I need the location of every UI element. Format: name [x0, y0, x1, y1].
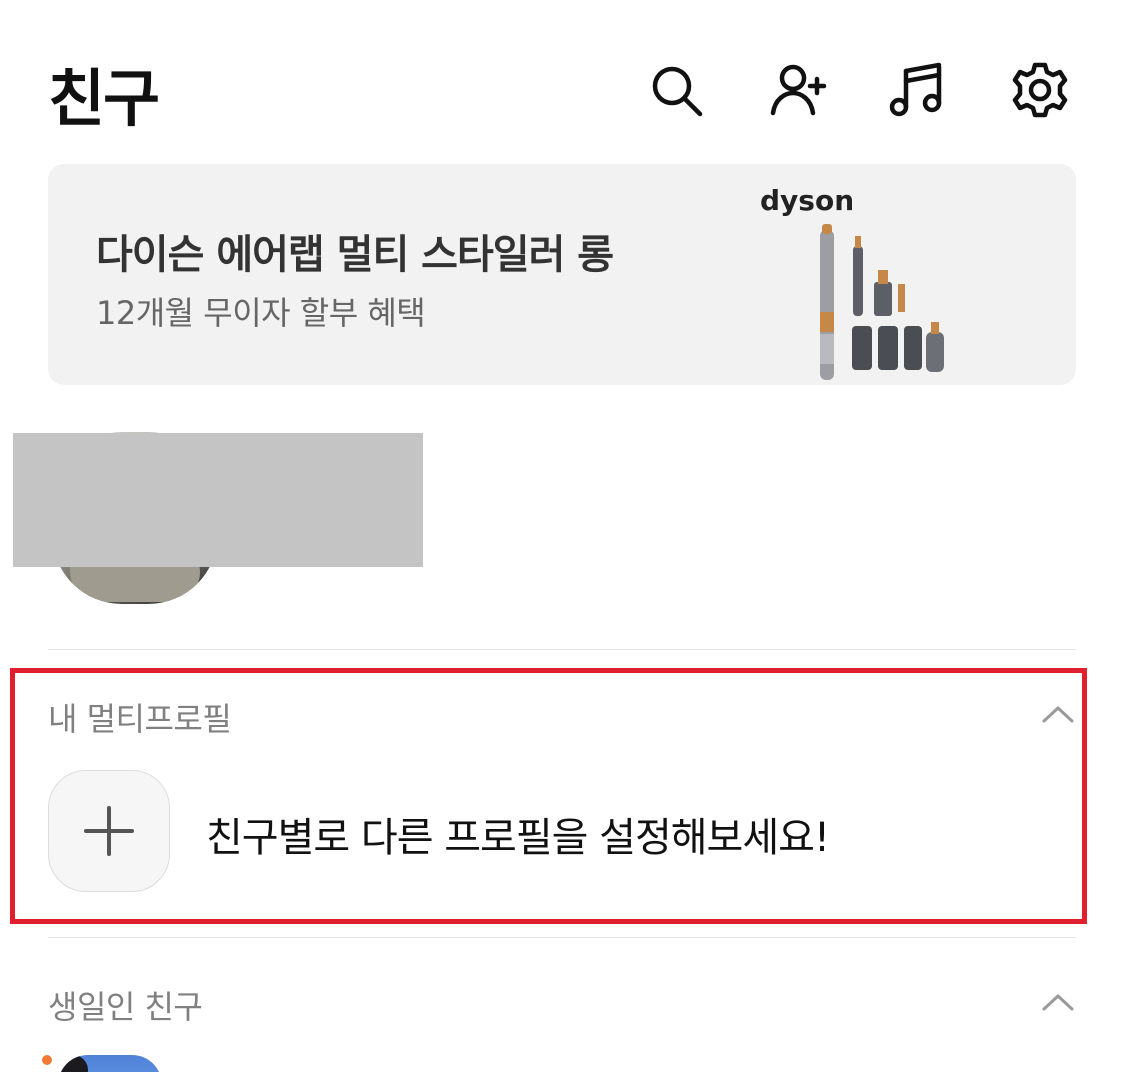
plus-icon [84, 806, 134, 856]
product-image [820, 224, 944, 380]
multi-profile-message[interactable]: 친구별로 다른 프로필을 설정해보세요! [206, 805, 830, 863]
chevron-up-icon[interactable] [1041, 992, 1075, 1012]
friends-screen: 친구 다이슨 에어랩 멀티 스타일러 롱 12개월 무이자 할부 혜택 dyso… [0, 0, 1125, 1072]
birthday-friend-avatar[interactable] [58, 1055, 162, 1072]
search-icon[interactable] [644, 58, 708, 122]
add-multi-profile-button[interactable] [48, 770, 170, 892]
header-toolbar [0, 58, 1125, 128]
banner-title: 다이슨 에어랩 멀티 스타일러 롱 [96, 232, 614, 278]
divider [48, 649, 1076, 650]
settings-icon[interactable] [1008, 58, 1072, 122]
notification-dot [42, 1055, 52, 1065]
divider [48, 937, 1076, 938]
birthday-section-title: 생일인 친구 [48, 988, 203, 1026]
brand-logo: dyson [760, 184, 855, 217]
multi-profile-section-title: 내 멀티프로필 [48, 700, 232, 738]
chevron-up-icon[interactable] [1041, 704, 1075, 724]
banner-subtitle: 12개월 무이자 할부 혜택 [96, 294, 426, 332]
music-icon[interactable] [885, 58, 949, 122]
redacted-profile-info [13, 433, 423, 567]
ad-banner[interactable]: 다이슨 에어랩 멀티 스타일러 롱 12개월 무이자 할부 혜택 dyson [48, 164, 1076, 385]
add-friend-icon[interactable] [766, 58, 830, 122]
